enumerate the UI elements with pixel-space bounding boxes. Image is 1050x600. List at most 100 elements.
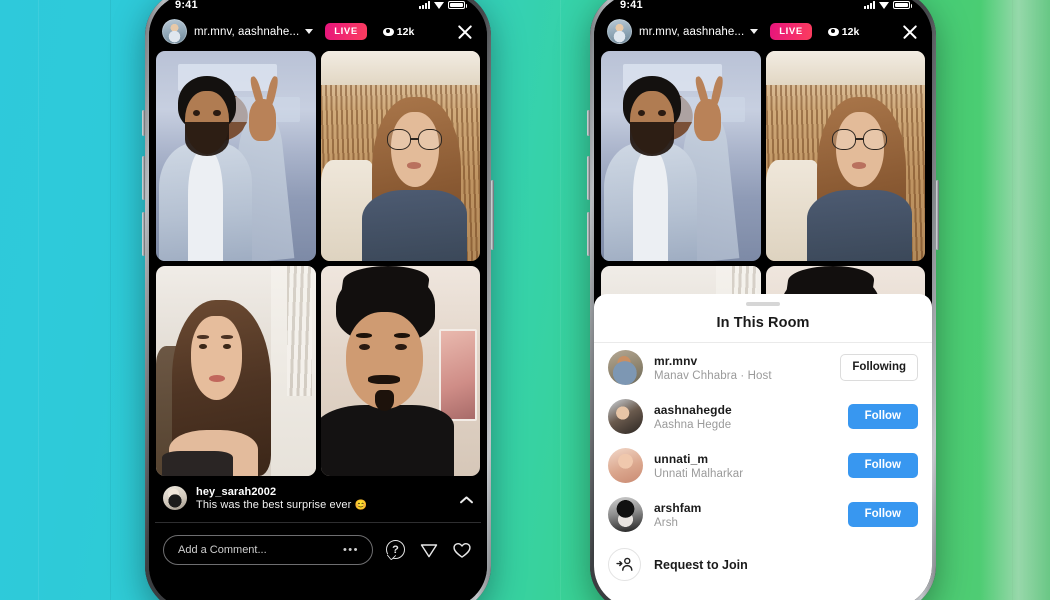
wifi-icon (434, 1, 444, 9)
host-avatar[interactable] (162, 19, 187, 44)
volume-up-button[interactable] (142, 156, 145, 200)
live-header: mr.mnv, aashnahe... LIVE 12k (594, 14, 932, 51)
member-fullname: Arsh (654, 516, 679, 529)
room-member-row[interactable]: arshfam Arsh Follow (594, 490, 932, 539)
eye-icon (382, 27, 394, 36)
participant-tile-1[interactable] (601, 51, 761, 261)
mute-switch[interactable] (587, 110, 590, 136)
left-phone-screen: 9:41 mr.mnv, aashnahe... LIVE 12k hey_sa… (149, 0, 487, 600)
question-bubble-icon[interactable]: ? (386, 540, 406, 560)
close-icon[interactable] (901, 23, 918, 40)
status-time: 9:41 (620, 0, 643, 11)
battery-icon (893, 1, 912, 9)
request-to-join-row[interactable]: Request to Join (594, 539, 932, 590)
participant-video-4 (320, 266, 480, 476)
member-username[interactable]: unnati_m (654, 452, 837, 466)
viewer-count-group[interactable]: 12k (382, 25, 415, 38)
comment-emoji: 😊 (354, 500, 368, 511)
eye-icon (827, 27, 839, 36)
participant-video-3 (156, 266, 316, 476)
comment-body: This was the best surprise ever 😊 (196, 499, 451, 511)
right-phone-screen: 9:41 mr.mnv, aashnahe... LIVE 12k In Thi… (594, 0, 932, 600)
volume-down-button[interactable] (142, 212, 145, 256)
chevron-down-icon[interactable] (750, 29, 759, 34)
member-username[interactable]: arshfam (654, 501, 837, 515)
follow-button[interactable]: Follow (847, 404, 918, 429)
member-fullname: Aashna Hegde (654, 418, 732, 431)
participant-tile-2[interactable] (320, 51, 480, 261)
member-username[interactable]: mr.mnv (654, 354, 829, 368)
live-badge: LIVE (770, 22, 812, 41)
video-grid (149, 51, 487, 476)
live-participants-label[interactable]: mr.mnv, aashnahe... (194, 26, 299, 38)
close-icon[interactable] (456, 23, 473, 40)
comment-area: hey_sarah2002 This was the best surprise… (149, 476, 487, 511)
participant-video-1 (601, 51, 761, 261)
comment-input-placeholder: Add a Comment... (178, 544, 267, 556)
chevron-down-icon[interactable] (305, 29, 314, 34)
viewer-count-group[interactable]: 12k (827, 26, 859, 38)
screenshot-stage: 9:41 mr.mnv, aashnahe... LIVE 12k hey_sa… (0, 0, 1050, 600)
right-phone-device: 9:41 mr.mnv, aashnahe... LIVE 12k In Thi… (587, 0, 939, 600)
participant-tile-3[interactable] (156, 266, 316, 476)
chevron-up-icon[interactable] (460, 493, 473, 506)
background-edge-fade (980, 0, 1050, 600)
participant-video-2 (765, 51, 925, 261)
request-to-join-label: Request to Join (654, 557, 748, 572)
participant-tile-2[interactable] (765, 51, 925, 261)
participant-tile-4[interactable] (320, 266, 480, 476)
follow-button[interactable]: Follow (847, 502, 918, 527)
avatar[interactable] (608, 350, 643, 385)
cellular-signal-icon (864, 1, 875, 9)
participant-video-1 (156, 51, 316, 261)
member-names: mr.mnv Manav Chhabra · Host (654, 354, 829, 382)
comment-input-bar: Add a Comment... ••• ? (149, 523, 487, 579)
in-this-room-sheet: In This Room mr.mnv Manav Chhabra · Host… (594, 294, 932, 600)
member-fullname: Unnati Malharkar (654, 467, 744, 480)
background-band (38, 0, 39, 600)
comment-username[interactable]: hey_sarah2002 (196, 486, 451, 498)
room-member-row[interactable]: mr.mnv Manav Chhabra · Host Following (594, 343, 932, 392)
status-time: 9:41 (175, 0, 198, 11)
power-button[interactable] (491, 180, 494, 250)
comment-row[interactable]: hey_sarah2002 This was the best surprise… (163, 486, 473, 511)
comment-message: This was the best surprise ever (196, 499, 352, 511)
background-band (1012, 0, 1013, 600)
comment-input-field[interactable]: Add a Comment... ••• (163, 535, 373, 565)
avatar[interactable] (608, 448, 643, 483)
commenter-avatar[interactable] (163, 486, 187, 510)
avatar[interactable] (608, 399, 643, 434)
comment-text-group: hey_sarah2002 This was the best surprise… (196, 486, 451, 511)
volume-down-button[interactable] (587, 212, 590, 256)
background-band (110, 0, 111, 600)
status-bar: 9:41 (594, 0, 932, 14)
room-member-row[interactable]: aashnahegde Aashna Hegde Follow (594, 392, 932, 441)
live-badge: LIVE (325, 22, 367, 41)
viewer-count-label: 12k (396, 25, 415, 38)
avatar[interactable] (608, 497, 643, 532)
member-names: unnati_m Unnati Malharkar (654, 452, 837, 480)
mute-switch[interactable] (142, 110, 145, 136)
host-avatar[interactable] (607, 19, 632, 44)
member-username[interactable]: aashnahegde (654, 403, 837, 417)
status-bar: 9:41 (149, 0, 487, 14)
sheet-title: In This Room (716, 315, 810, 331)
live-participants-label[interactable]: mr.mnv, aashnahe... (639, 26, 744, 38)
status-indicators (419, 1, 467, 9)
left-phone-bezel: 9:41 mr.mnv, aashnahe... LIVE 12k hey_sa… (149, 0, 487, 600)
send-icon[interactable] (419, 540, 439, 560)
request-to-join-icon (608, 548, 641, 581)
room-member-row[interactable]: unnati_m Unnati Malharkar Follow (594, 441, 932, 490)
wifi-icon (879, 1, 889, 9)
battery-icon (448, 1, 467, 9)
following-button[interactable]: Following (840, 354, 918, 381)
participant-tile-1[interactable] (156, 51, 316, 261)
heart-icon[interactable] (452, 540, 472, 560)
power-button[interactable] (936, 180, 939, 250)
volume-up-button[interactable] (587, 156, 590, 200)
left-phone-device: 9:41 mr.mnv, aashnahe... LIVE 12k hey_sa… (142, 0, 494, 600)
status-indicators (864, 1, 912, 9)
member-names: aashnahegde Aashna Hegde (654, 403, 837, 431)
member-fullname: Manav Chhabra · Host (654, 369, 772, 382)
follow-button[interactable]: Follow (847, 453, 918, 478)
